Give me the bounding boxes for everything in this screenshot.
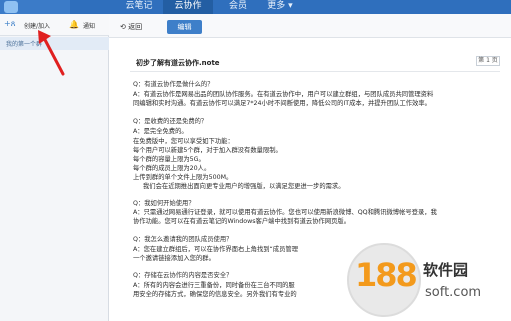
app-window: 云笔记 云协作 会员 更多 ▾ +ጸ 创建/加入 🔔 通知 我的第一个群 ⟲ 返… — [0, 0, 511, 321]
title-divider — [130, 71, 500, 72]
doc-line: Q：是收费的还是免费的？ — [133, 118, 208, 125]
doc-line: A：只需通过网易通行证登录，就可以使用有道云协作。您也可以使用新浪微博、QQ和腾… — [133, 209, 437, 216]
doc-line: A：有道云协作是网易出品的团队协作服务。在有道云协作中，用户可以建立群组，与团队… — [133, 91, 434, 98]
nav-tab-notes[interactable]: 云笔记 — [118, 0, 160, 14]
doc-line: 同编辑和实时沟通。有道云协作可以满足7*24小时不间断使用，降低公司的IT成本，… — [133, 100, 431, 107]
doc-line: 一个邀请链接添加入您的群。 — [133, 255, 215, 262]
doc-line: 在免费版中，您可以享受如下功能： — [133, 138, 234, 145]
nav-tab-collaboration[interactable]: 云协作 — [163, 0, 213, 14]
doc-line: Q：存储在云协作的内容是否安全？ — [133, 272, 233, 279]
back-label: 返回 — [128, 23, 143, 31]
doc-line: A：是完全免费的。 — [133, 128, 188, 135]
document-title: 初步了解有道云协作.note — [136, 59, 220, 67]
doc-line: 每个群的容量上限为5G。 — [133, 156, 205, 163]
logo-area — [0, 0, 70, 14]
add-group-icon[interactable]: +ጸ — [4, 19, 15, 29]
doc-line: 我们会在近期推出面向更专业用户的增强版，以满足您更进一步的需求。 — [143, 183, 345, 190]
doc-line: Q：有道云协作是做什么的？ — [133, 81, 214, 88]
doc-line: 每个用户可以新建5个群，对于加入群没有数量限制。 — [133, 147, 282, 154]
doc-line: 协作功能。您可以在有道云笔记的Windows客户端中找到有道云协作网页版。 — [133, 218, 351, 225]
edit-button[interactable]: 编辑 — [167, 20, 202, 34]
nav-tab-member[interactable]: 会员 — [220, 0, 256, 14]
bell-icon[interactable]: 🔔 — [69, 20, 79, 29]
doc-line: 用安全的存储方式，确保您的信息安全。另外我们有专业的 — [133, 291, 297, 298]
doc-line: A：您在建立群组后，可以在协作界面右上角找到“成员管理 — [133, 246, 298, 253]
logo-icon — [4, 1, 18, 13]
nav-tab-more[interactable]: 更多 ▾ — [260, 0, 300, 14]
watermark-title: 软件园 — [423, 261, 469, 279]
doc-line: Q：我如何开始使用？ — [133, 200, 195, 207]
create-join-button[interactable]: 创建/加入 — [24, 21, 50, 30]
notify-button[interactable]: 通知 — [83, 21, 95, 30]
watermark-domain: soft.com — [425, 285, 482, 300]
site-watermark: 188 软件园 soft.com — [345, 241, 511, 321]
back-arrow-icon: ⟲ — [120, 23, 126, 31]
doc-line: 上传到群的单个文件上限为500M。 — [133, 174, 233, 181]
back-button[interactable]: ⟲ 返回 — [120, 22, 142, 32]
doc-line: A：所有的内容会进行三重备份，同时备份在三台不同的服 — [133, 282, 295, 289]
doc-line: 每个群的成员上限为20人。 — [133, 165, 211, 172]
doc-line: Q：我怎么邀请我的团队成员使用？ — [133, 236, 233, 243]
red-arrow-annotation — [38, 30, 65, 76]
watermark-logo-number: 188 — [355, 256, 418, 294]
page-indicator: 第 1 页 — [476, 56, 500, 66]
